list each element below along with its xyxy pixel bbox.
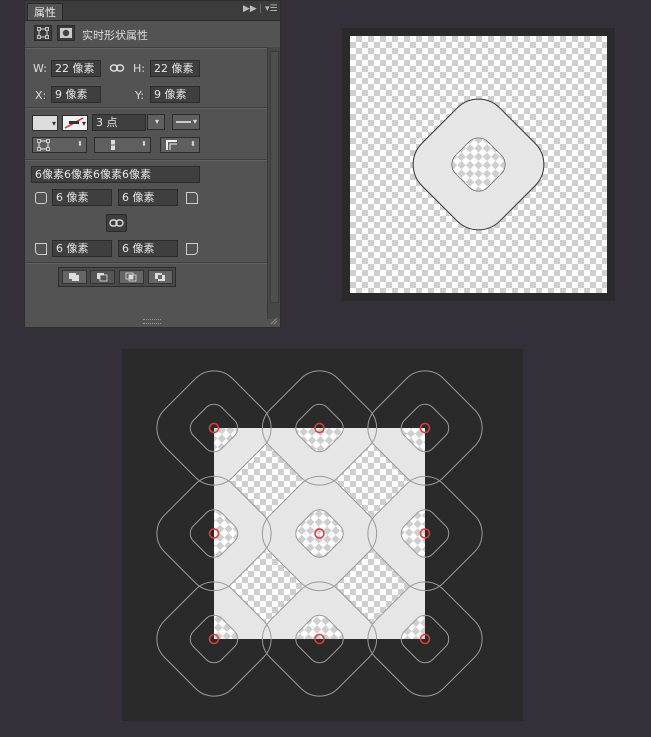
subtract-shape-button[interactable]	[90, 270, 115, 284]
tab-properties[interactable]: 属性	[27, 3, 63, 20]
corner-radius-summary-field[interactable]: 6像素6像素6像素6像素	[31, 166, 200, 183]
h-label: H:	[133, 62, 145, 75]
w-label: W:	[33, 62, 47, 75]
corner-bottom-left-icon	[35, 243, 47, 255]
combine-shapes-button[interactable]	[62, 270, 87, 284]
height-field[interactable]: 22 像素	[150, 60, 200, 77]
resize-corner-icon[interactable]	[270, 317, 278, 325]
mask-icon[interactable]	[57, 25, 75, 41]
intersect-shapes-button[interactable]	[119, 270, 144, 284]
link-icon[interactable]	[109, 61, 125, 78]
stroke-type-dropdown[interactable]: ▾	[172, 114, 200, 130]
corner-bottom-left-field[interactable]: 6 像素	[52, 240, 112, 257]
preview-canvas[interactable]	[350, 36, 607, 293]
stroke-caps-dropdown[interactable]: ⬍	[94, 137, 151, 153]
pattern-preview-frame	[122, 349, 523, 721]
stroke-color-swatch[interactable]: ▾	[62, 115, 88, 131]
shape-preview-frame	[342, 28, 615, 301]
corner-top-left-field[interactable]: 6 像素	[52, 189, 112, 206]
stroke-align-dropdown[interactable]: ⬍	[32, 137, 87, 153]
pattern-canvas[interactable]	[122, 349, 523, 721]
panel-header-title: 实时形状属性	[82, 29, 148, 42]
link-corners-button[interactable]	[106, 214, 127, 232]
stroke-width-dropdown[interactable]: ▾	[147, 114, 165, 130]
scrollbar-thumb[interactable]	[270, 51, 279, 303]
path-operations-group	[58, 267, 176, 287]
shape-properties-icon[interactable]	[34, 25, 52, 41]
panel-scrollbar[interactable]	[267, 47, 280, 319]
separator	[25, 262, 268, 264]
panel-resize-grip[interactable]	[143, 319, 161, 324]
corner-bottom-right-icon	[186, 243, 198, 255]
separator	[25, 107, 268, 109]
corner-top-right-icon	[186, 192, 198, 204]
stroke-width-field[interactable]: 3 点	[92, 114, 146, 131]
y-field[interactable]: 9 像素	[150, 86, 200, 103]
exclude-overlap-button[interactable]	[148, 270, 173, 284]
x-label: X:	[35, 89, 47, 102]
separator	[25, 159, 268, 161]
properties-panel: 属性 ▶▶ | ▾☰ 实时形状属性 W: 22 像素 H: 22 像素 X: 9…	[24, 0, 281, 328]
divider-icon: |	[259, 4, 263, 14]
y-label: Y:	[135, 89, 144, 102]
stroke-corners-dropdown[interactable]: ⬍	[160, 137, 200, 153]
panel-tabbar: 属性 ▶▶ | ▾☰	[25, 1, 280, 21]
panel-menu-icon[interactable]: ▾☰	[265, 4, 278, 14]
x-field[interactable]: 9 像素	[51, 86, 101, 103]
width-field[interactable]: 22 像素	[51, 60, 101, 77]
corner-bottom-right-field[interactable]: 6 像素	[118, 240, 178, 257]
corner-top-right-field[interactable]: 6 像素	[118, 189, 178, 206]
collapse-icon[interactable]: ▶▶	[243, 4, 257, 14]
separator	[25, 47, 268, 49]
corner-top-left-icon	[35, 192, 47, 204]
fill-color-swatch[interactable]: ▾	[32, 115, 58, 131]
